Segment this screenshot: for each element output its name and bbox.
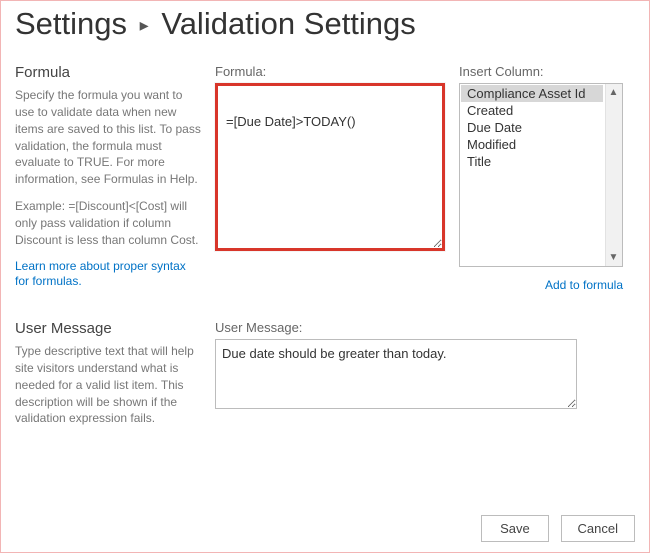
column-item[interactable]: Due Date (461, 119, 603, 136)
formula-desc: Specify the formula you want to use to v… (15, 87, 203, 188)
column-listbox[interactable]: Compliance Asset Id Created Due Date Mod… (459, 83, 623, 267)
formula-example: Example: =[Discount]<[Cost] will only pa… (15, 198, 203, 248)
scroll-up-icon[interactable]: ▲ (605, 84, 622, 101)
cancel-button[interactable]: Cancel (561, 515, 635, 542)
formula-section: Formula Specify the formula you want to … (15, 64, 635, 292)
column-item[interactable]: Modified (461, 136, 603, 153)
usermsg-label: User Message: (215, 320, 635, 335)
column-scrollbar[interactable]: ▲ ▼ (605, 84, 622, 266)
column-item[interactable]: Created (461, 102, 603, 119)
formula-input[interactable] (215, 83, 445, 251)
usermsg-desc: Type descriptive text that will help sit… (15, 343, 203, 427)
formula-left-col: Formula Specify the formula you want to … (15, 64, 215, 288)
formula-help-link[interactable]: Learn more about proper syntax for formu… (15, 259, 186, 288)
formula-label: Formula: (215, 64, 445, 79)
column-item[interactable]: Compliance Asset Id (461, 85, 603, 102)
formula-field-wrap: Formula: (215, 64, 445, 292)
insert-column-label: Insert Column: (459, 64, 623, 79)
user-message-section: User Message Type descriptive text that … (15, 320, 635, 437)
usermsg-title: User Message (15, 320, 203, 337)
column-item[interactable]: Title (461, 153, 603, 170)
usermsg-right-col: User Message: (215, 320, 635, 412)
breadcrumb-page: Validation Settings (161, 6, 415, 41)
breadcrumb-root[interactable]: Settings (15, 6, 127, 41)
user-message-input[interactable] (215, 339, 577, 409)
insert-column-wrap: Insert Column: Compliance Asset Id Creat… (459, 64, 623, 292)
footer-buttons: Save Cancel (473, 515, 635, 542)
usermsg-left-col: User Message Type descriptive text that … (15, 320, 215, 437)
settings-page: Settings ▸ Validation Settings Formula S… (0, 0, 650, 553)
scroll-down-icon[interactable]: ▼ (605, 249, 622, 266)
save-button[interactable]: Save (481, 515, 549, 542)
formula-right-col: Formula: Insert Column: Compliance Asset… (215, 64, 635, 292)
breadcrumb-separator-icon: ▸ (136, 15, 153, 35)
formula-title: Formula (15, 64, 203, 81)
add-to-formula-link[interactable]: Add to formula (545, 278, 623, 292)
breadcrumb: Settings ▸ Validation Settings (15, 5, 635, 42)
